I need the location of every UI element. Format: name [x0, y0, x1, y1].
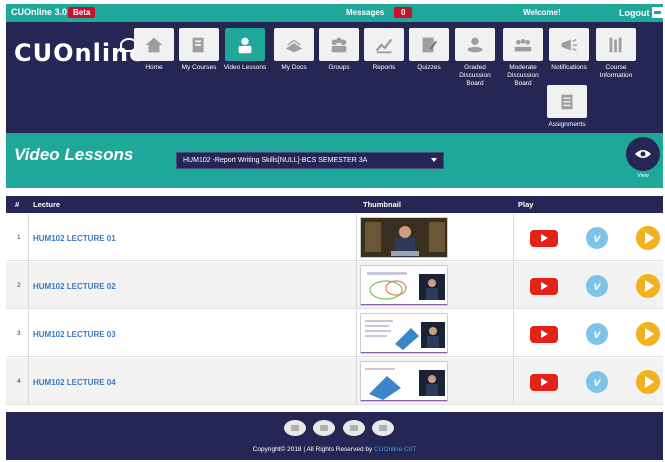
vimeo-play-icon[interactable]: v: [586, 371, 608, 393]
play-icon[interactable]: [636, 274, 660, 298]
table-row: 4 HUM102 LECTURE 04 v: [6, 358, 663, 405]
welcome-text: Welcome!: [523, 8, 561, 17]
row-number: 4: [17, 378, 21, 385]
reports-icon: [375, 38, 393, 53]
lecture-link[interactable]: HUM102 LECTURE 04: [33, 378, 116, 387]
nav-quizzes[interactable]: Quizzes: [405, 28, 453, 72]
course-info-icon: [609, 37, 622, 52]
notifications-icon: [561, 38, 578, 51]
logout-link[interactable]: Logout: [619, 8, 650, 18]
table-header: # Lecture Thumbnail Play: [6, 196, 663, 213]
groups-icon: [331, 37, 347, 52]
lecture-thumbnail[interactable]: [360, 361, 448, 402]
lecture-thumbnail[interactable]: [360, 217, 448, 258]
lecture-thumbnail[interactable]: [360, 313, 448, 354]
play-icon[interactable]: [636, 370, 660, 394]
vimeo-play-icon[interactable]: v: [586, 227, 608, 249]
nav-reports[interactable]: Reports: [360, 28, 408, 72]
lecture-link[interactable]: HUM102 LECTURE 03: [33, 330, 116, 339]
header-lecture: Lecture: [33, 200, 61, 209]
youtube-play-icon[interactable]: [530, 374, 558, 391]
youtube-play-icon[interactable]: [530, 326, 558, 343]
main-header: CUOnline Home My Courses Video Lessons M…: [6, 22, 663, 133]
nav-my-docs[interactable]: My Docs: [270, 28, 318, 72]
header-thumbnail: Thumbnail: [363, 200, 401, 209]
quizzes-icon: [422, 37, 438, 52]
table-row: 3 HUM102 LECTURE 03 v: [6, 310, 663, 357]
docs-icon: [285, 39, 303, 52]
messages-link[interactable]: Messages: [346, 8, 384, 17]
course-select[interactable]: HUM102 -Report Writing Skills[NULL]-BCS …: [176, 152, 444, 169]
nav-groups[interactable]: Groups: [315, 28, 363, 72]
nav-assignments[interactable]: Assignments: [543, 85, 591, 129]
moderate-discussion-icon: [514, 38, 532, 51]
social-icon[interactable]: [284, 420, 306, 436]
logout-icon[interactable]: [652, 7, 665, 18]
table-row: 1 HUM102 LECTURE 01 v: [6, 214, 663, 261]
play-icon[interactable]: [636, 322, 660, 346]
lecture-link[interactable]: HUM102 LECTURE 02: [33, 282, 116, 291]
row-number: 1: [17, 234, 21, 241]
nav-graded-discussion-board[interactable]: Graded Discussion Board: [451, 28, 499, 88]
nav-moderate-discussion-board[interactable]: Moderate Discussion Board: [499, 28, 547, 88]
copyright: Copyright© 2018 | All Rights Reserved by…: [6, 446, 663, 453]
vimeo-play-icon[interactable]: v: [586, 323, 608, 345]
nav-notifications[interactable]: Notifications: [545, 28, 593, 72]
nav-home[interactable]: Home: [130, 28, 178, 72]
nav-course-information[interactable]: Course Information: [592, 28, 640, 80]
footer: Copyright© 2018 | All Rights Reserved by…: [6, 412, 663, 460]
play-icon[interactable]: [636, 226, 660, 250]
youtube-play-icon[interactable]: [530, 278, 558, 295]
messages-count-badge[interactable]: 0: [394, 7, 413, 18]
table-row: 2 HUM102 LECTURE 02 v: [6, 262, 663, 309]
youtube-play-icon[interactable]: [530, 230, 558, 247]
row-number: 2: [17, 282, 21, 289]
social-icon[interactable]: [313, 420, 335, 436]
row-number: 3: [17, 330, 21, 337]
graded-discussion-icon: [467, 37, 483, 52]
lecture-thumbnail[interactable]: [360, 265, 448, 306]
copyright-text: Copyright© 2018 | All Rights Reserved by: [252, 446, 373, 453]
beta-badge: Beta: [68, 7, 96, 18]
nav-video-lessons[interactable]: Video Lessons: [221, 28, 269, 72]
social-icon[interactable]: [372, 420, 394, 436]
social-icon[interactable]: [343, 420, 365, 436]
video-lessons-icon: [238, 37, 252, 53]
title-band: Video Lessons HUM102 -Report Writing Ski…: [6, 133, 663, 188]
header-num: #: [15, 200, 20, 209]
top-bar: CUOnline 3.0 Beta Messages 0 Welcome! Lo…: [6, 4, 665, 22]
home-icon: [145, 37, 163, 52]
header-play: Play: [518, 200, 534, 209]
courses-icon: [192, 37, 204, 52]
app-brand: CUOnline 3.0: [11, 7, 68, 17]
nav-my-courses[interactable]: My Courses: [175, 28, 223, 72]
eye-icon: [635, 150, 651, 158]
assignments-icon: [561, 94, 573, 109]
course-select-value: HUM102 -Report Writing Skills[NULL]-BCS …: [183, 157, 368, 164]
vimeo-play-icon[interactable]: v: [586, 275, 608, 297]
lecture-link[interactable]: HUM102 LECTURE 01: [33, 234, 116, 243]
copyright-link[interactable]: CUOnline CIIT: [374, 446, 416, 453]
page-title: Video Lessons: [14, 145, 134, 164]
chevron-down-icon: [431, 158, 437, 162]
view-label: View: [637, 173, 649, 179]
view-button[interactable]: [626, 137, 660, 171]
